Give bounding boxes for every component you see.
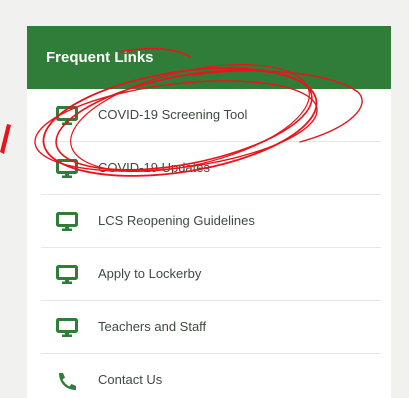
monitor-icon — [56, 159, 78, 178]
link-label: Contact Us — [98, 372, 163, 387]
phone-icon — [59, 373, 76, 390]
monitor-icon — [56, 318, 78, 337]
link-label: COVID-19 Screening Tool — [98, 107, 248, 122]
link-teachers-and-staff[interactable]: Teachers and Staff — [41, 301, 381, 354]
link-apply-to-lockerby[interactable]: Apply to Lockerby — [41, 248, 381, 301]
frequent-links-panel: Frequent Links COVID-19 Screening Tool C… — [27, 26, 391, 398]
link-label: COVID-19 Updates — [98, 160, 210, 175]
link-reopening-guidelines[interactable]: LCS Reopening Guidelines — [41, 195, 381, 248]
link-covid-screening-tool[interactable]: COVID-19 Screening Tool — [41, 89, 381, 142]
monitor-icon — [56, 265, 78, 284]
link-covid-updates[interactable]: COVID-19 Updates — [41, 142, 381, 195]
link-contact-us[interactable]: Contact Us — [41, 354, 381, 398]
link-label: Teachers and Staff — [98, 319, 207, 334]
link-label: Apply to Lockerby — [98, 266, 202, 281]
panel-title: Frequent Links — [27, 26, 391, 89]
monitor-icon — [56, 212, 78, 231]
monitor-icon — [56, 106, 78, 125]
link-list: COVID-19 Screening Tool COVID-19 Updates… — [27, 89, 391, 398]
link-label: LCS Reopening Guidelines — [98, 213, 255, 228]
